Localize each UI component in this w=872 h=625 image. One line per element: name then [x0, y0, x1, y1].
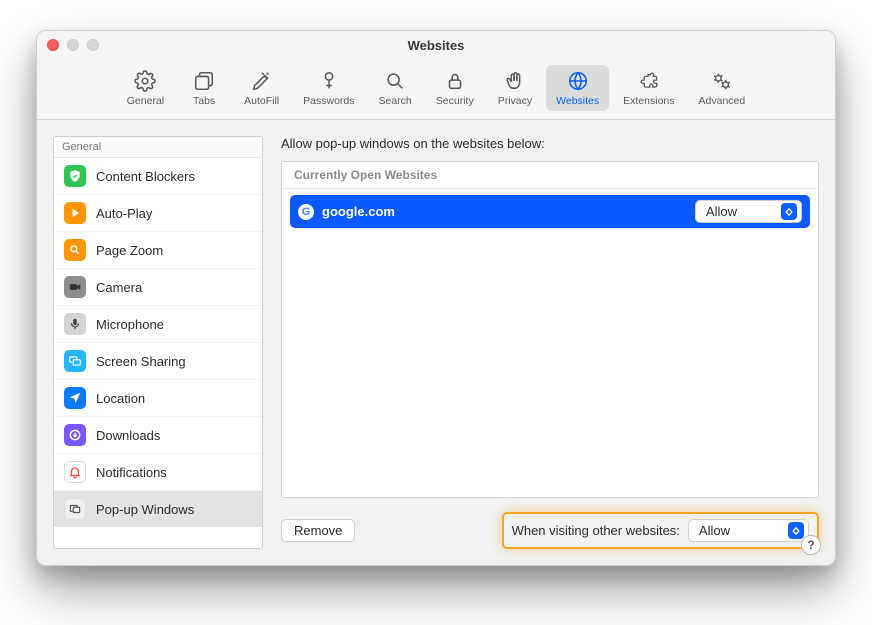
toolbar-label: Extensions: [623, 95, 674, 107]
microphone-icon: [64, 313, 86, 335]
toolbar-label: General: [127, 95, 164, 107]
location-arrow-icon: [64, 387, 86, 409]
sidebar-item-label: Microphone: [96, 317, 164, 332]
search-icon: [383, 69, 407, 93]
toolbar-security[interactable]: Security: [426, 65, 484, 111]
sidebar-item-auto-play[interactable]: Auto-Play: [54, 194, 262, 231]
stepper-chevrons-icon: [788, 522, 804, 539]
hand-icon: [503, 69, 527, 93]
toolbar-privacy[interactable]: Privacy: [488, 65, 542, 111]
zoom-window-button[interactable]: [87, 39, 99, 51]
main-heading: Allow pop-up windows on the websites bel…: [281, 136, 819, 151]
toolbar-label: Websites: [556, 95, 599, 107]
stepper-chevrons-icon: [781, 203, 797, 220]
toolbar-label: Security: [436, 95, 474, 107]
key-icon: [317, 69, 341, 93]
sidebar-item-microphone[interactable]: Microphone: [54, 305, 262, 342]
toolbar-label: Passwords: [303, 95, 354, 107]
sidebar-item-notifications[interactable]: Notifications: [54, 453, 262, 490]
tabs-icon: [192, 69, 216, 93]
section-header: Currently Open Websites: [282, 162, 818, 189]
sidebar-item-page-zoom[interactable]: Page Zoom: [54, 231, 262, 268]
website-name: google.com: [322, 204, 687, 219]
sidebar-item-label: Auto-Play: [96, 206, 152, 221]
sidebar-item-label: Camera: [96, 280, 142, 295]
download-icon: [64, 424, 86, 446]
screens-icon: [64, 350, 86, 372]
default-permission-highlight: When visiting other websites: Allow: [502, 512, 819, 549]
google-favicon-icon: G: [298, 204, 314, 220]
toolbar-label: Tabs: [193, 95, 215, 107]
sidebar-item-label: Screen Sharing: [96, 354, 186, 369]
globe-icon: [566, 69, 590, 93]
sidebar-item-label: Notifications: [96, 465, 167, 480]
help-button[interactable]: ?: [801, 535, 821, 555]
gears-icon: [710, 69, 734, 93]
main-panel: Allow pop-up windows on the websites bel…: [281, 136, 819, 549]
puzzle-icon: [637, 69, 661, 93]
select-value: Allow: [706, 204, 737, 219]
sidebar-item-popup-windows[interactable]: Pop-up Windows: [54, 490, 262, 527]
toolbar-advanced[interactable]: Advanced: [689, 65, 756, 111]
zoom-icon: [64, 239, 86, 261]
play-icon: [64, 202, 86, 224]
preferences-window: Websites General Tabs AutoFill Passwords: [36, 30, 836, 566]
gear-icon: [133, 69, 157, 93]
toolbar-label: Search: [379, 95, 412, 107]
sidebar: General Content Blockers Auto-Play: [53, 136, 263, 549]
window-title: Websites: [408, 38, 465, 53]
toolbar-label: Advanced: [699, 95, 746, 107]
sidebar-item-camera[interactable]: Camera: [54, 268, 262, 305]
sidebar-item-label: Pop-up Windows: [96, 502, 194, 517]
sidebar-section-header: General: [54, 137, 262, 158]
select-value: Allow: [699, 523, 730, 538]
websites-table: Currently Open Websites G google.com All…: [281, 161, 819, 498]
remove-button[interactable]: Remove: [281, 519, 355, 542]
titlebar: Websites: [37, 31, 835, 59]
window-controls: [47, 39, 99, 51]
windows-icon: [64, 498, 86, 520]
sidebar-item-content-blockers[interactable]: Content Blockers: [54, 158, 262, 194]
toolbar-label: AutoFill: [244, 95, 279, 107]
toolbar-extensions[interactable]: Extensions: [613, 65, 684, 111]
lock-icon: [443, 69, 467, 93]
toolbar-tabs[interactable]: Tabs: [178, 65, 230, 111]
toolbar-search[interactable]: Search: [369, 65, 422, 111]
minimize-window-button[interactable]: [67, 39, 79, 51]
toolbar-label: Privacy: [498, 95, 532, 107]
toolbar-websites[interactable]: Websites: [546, 65, 609, 111]
sidebar-item-label: Page Zoom: [96, 243, 163, 258]
bell-icon: [64, 461, 86, 483]
help-label: ?: [807, 538, 814, 552]
preferences-toolbar: General Tabs AutoFill Passwords Search: [37, 59, 835, 120]
sidebar-item-label: Downloads: [96, 428, 160, 443]
main-footer: Remove When visiting other websites: All…: [281, 512, 819, 549]
sidebar-item-screen-sharing[interactable]: Screen Sharing: [54, 342, 262, 379]
toolbar-general[interactable]: General: [117, 65, 174, 111]
close-window-button[interactable]: [47, 39, 59, 51]
website-row[interactable]: G google.com Allow: [290, 195, 810, 228]
toolbar-passwords[interactable]: Passwords: [293, 65, 364, 111]
sidebar-item-location[interactable]: Location: [54, 379, 262, 416]
default-permission-select[interactable]: Allow: [688, 519, 809, 542]
camera-icon: [64, 276, 86, 298]
sidebar-list: Content Blockers Auto-Play Page Zoom: [54, 158, 262, 548]
content-area: General Content Blockers Auto-Play: [37, 120, 835, 565]
default-permission-label: When visiting other websites:: [512, 523, 680, 538]
row-permission-select[interactable]: Allow: [695, 200, 802, 223]
sidebar-item-label: Content Blockers: [96, 169, 195, 184]
autofill-icon: [250, 69, 274, 93]
toolbar-autofill[interactable]: AutoFill: [234, 65, 289, 111]
sidebar-item-label: Location: [96, 391, 145, 406]
shield-check-icon: [64, 165, 86, 187]
sidebar-item-downloads[interactable]: Downloads: [54, 416, 262, 453]
